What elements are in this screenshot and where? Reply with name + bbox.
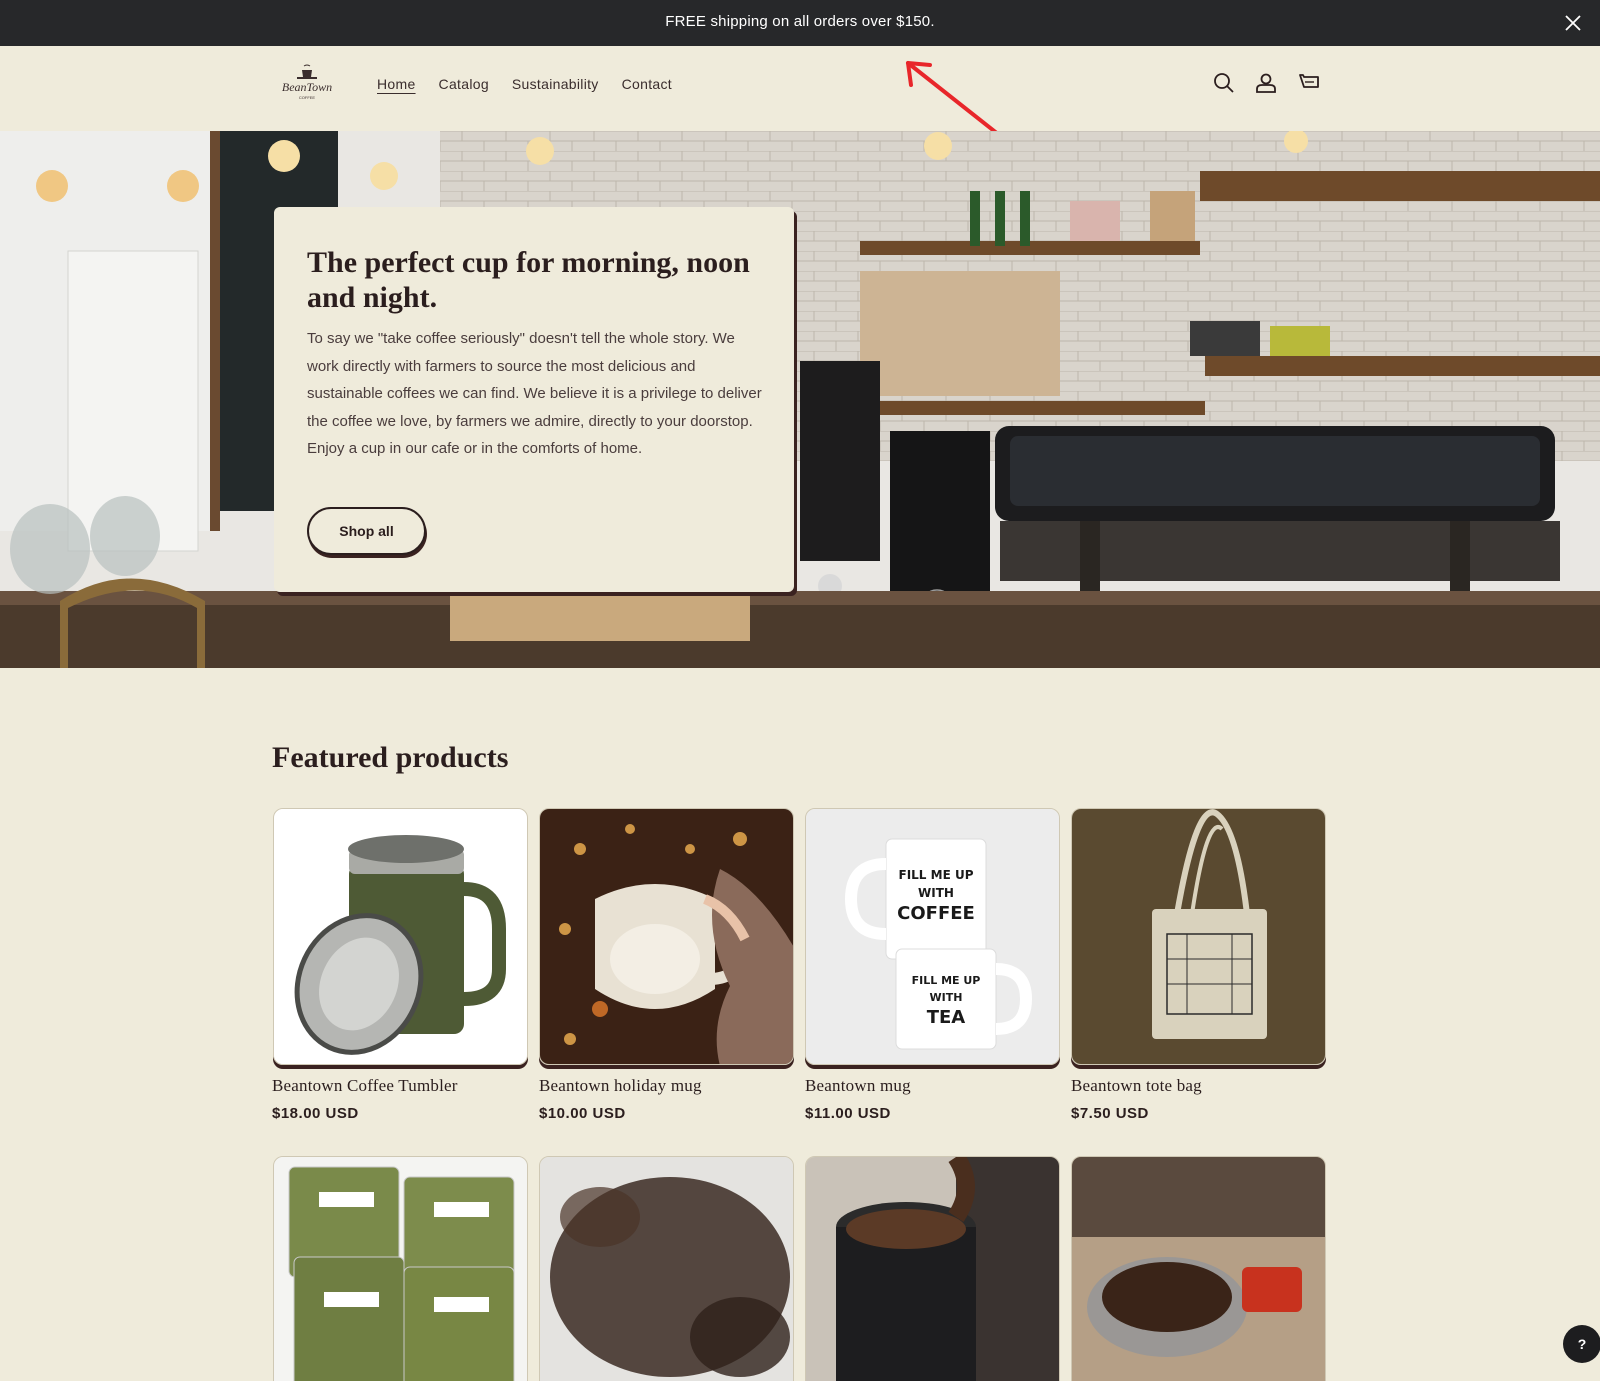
logo[interactable]: BeanTown COFFEE — [275, 64, 339, 104]
announcement-bar: FREE shipping on all orders over $150. — [0, 0, 1600, 46]
hero-card: The perfect cup for morning, noon and ni… — [274, 207, 794, 592]
logo-subtext: COFFEE — [299, 95, 316, 100]
product-price: $18.00 USD — [272, 1105, 359, 1122]
product-card-green-beans[interactable] — [273, 1156, 528, 1381]
product-name[interactable]: Beantown mug — [805, 1076, 911, 1096]
mug-print-top-1: FILL ME UP — [899, 868, 974, 882]
hero-cafe-image — [0, 131, 1600, 668]
mug-print-bottom-1: FILL ME UP — [912, 974, 981, 987]
hero-banner: The perfect cup for morning, noon and ni… — [0, 131, 1600, 668]
search-icon[interactable] — [1212, 71, 1236, 95]
product-card-ground-coffee[interactable] — [1071, 1156, 1326, 1381]
main-nav: Home Catalog Sustainability Contact — [377, 76, 672, 92]
hero-body: To say we "take coffee seriously" doesn'… — [307, 330, 762, 457]
product-price: $10.00 USD — [539, 1105, 626, 1122]
site-header: BeanTown COFFEE Home Catalog Sustainabil… — [0, 46, 1600, 131]
mug-print-top-2: WITH — [918, 886, 954, 900]
product-card-tumbler[interactable] — [273, 808, 528, 1065]
mug-image: FILL ME UP WITH COFFEE FILL ME UP WITH T… — [806, 809, 1059, 1064]
tote-bag-image — [1072, 809, 1325, 1064]
product-card-holiday-mug[interactable] — [539, 808, 794, 1065]
product-card-mug[interactable]: FILL ME UP WITH COFFEE FILL ME UP WITH T… — [805, 808, 1060, 1065]
hero-title: The perfect cup for morning, noon and ni… — [307, 246, 750, 314]
mug-print-top-3: COFFEE — [897, 903, 975, 924]
account-icon[interactable] — [1254, 71, 1278, 95]
grinder-image — [806, 1157, 1059, 1381]
nav-sustainability[interactable]: Sustainability — [512, 76, 599, 92]
product-price: $7.50 USD — [1071, 1105, 1149, 1122]
product-card-tote-bag[interactable] — [1071, 808, 1326, 1065]
ground-coffee-image — [1072, 1157, 1325, 1381]
product-card-cacao-nibs[interactable] — [539, 1156, 794, 1381]
tumbler-image — [274, 809, 527, 1064]
nav-contact[interactable]: Contact — [622, 76, 672, 92]
featured-title: Featured products — [272, 741, 509, 774]
product-card-grinder[interactable] — [805, 1156, 1060, 1381]
holiday-mug-image — [540, 809, 793, 1064]
product-name[interactable]: Beantown tote bag — [1071, 1076, 1202, 1096]
product-name[interactable]: Beantown Coffee Tumbler — [272, 1076, 458, 1096]
mug-print-bottom-2: WITH — [930, 991, 963, 1004]
announcement-text: FREE shipping on all orders over $150. — [665, 13, 935, 30]
nav-catalog[interactable]: Catalog — [439, 76, 489, 92]
product-name[interactable]: Beantown holiday mug — [539, 1076, 702, 1096]
help-button[interactable]: ? — [1563, 1325, 1600, 1363]
green-beans-image — [274, 1157, 527, 1381]
mug-print-bottom-3: TEA — [927, 1007, 966, 1028]
nav-home[interactable]: Home — [377, 76, 416, 92]
close-icon[interactable] — [1562, 12, 1584, 34]
cart-icon[interactable] — [1297, 71, 1321, 95]
product-price: $11.00 USD — [805, 1105, 891, 1122]
cacao-nibs-image — [540, 1157, 793, 1381]
shop-all-button[interactable]: Shop all — [307, 507, 426, 555]
logo-text: BeanTown — [282, 80, 332, 94]
